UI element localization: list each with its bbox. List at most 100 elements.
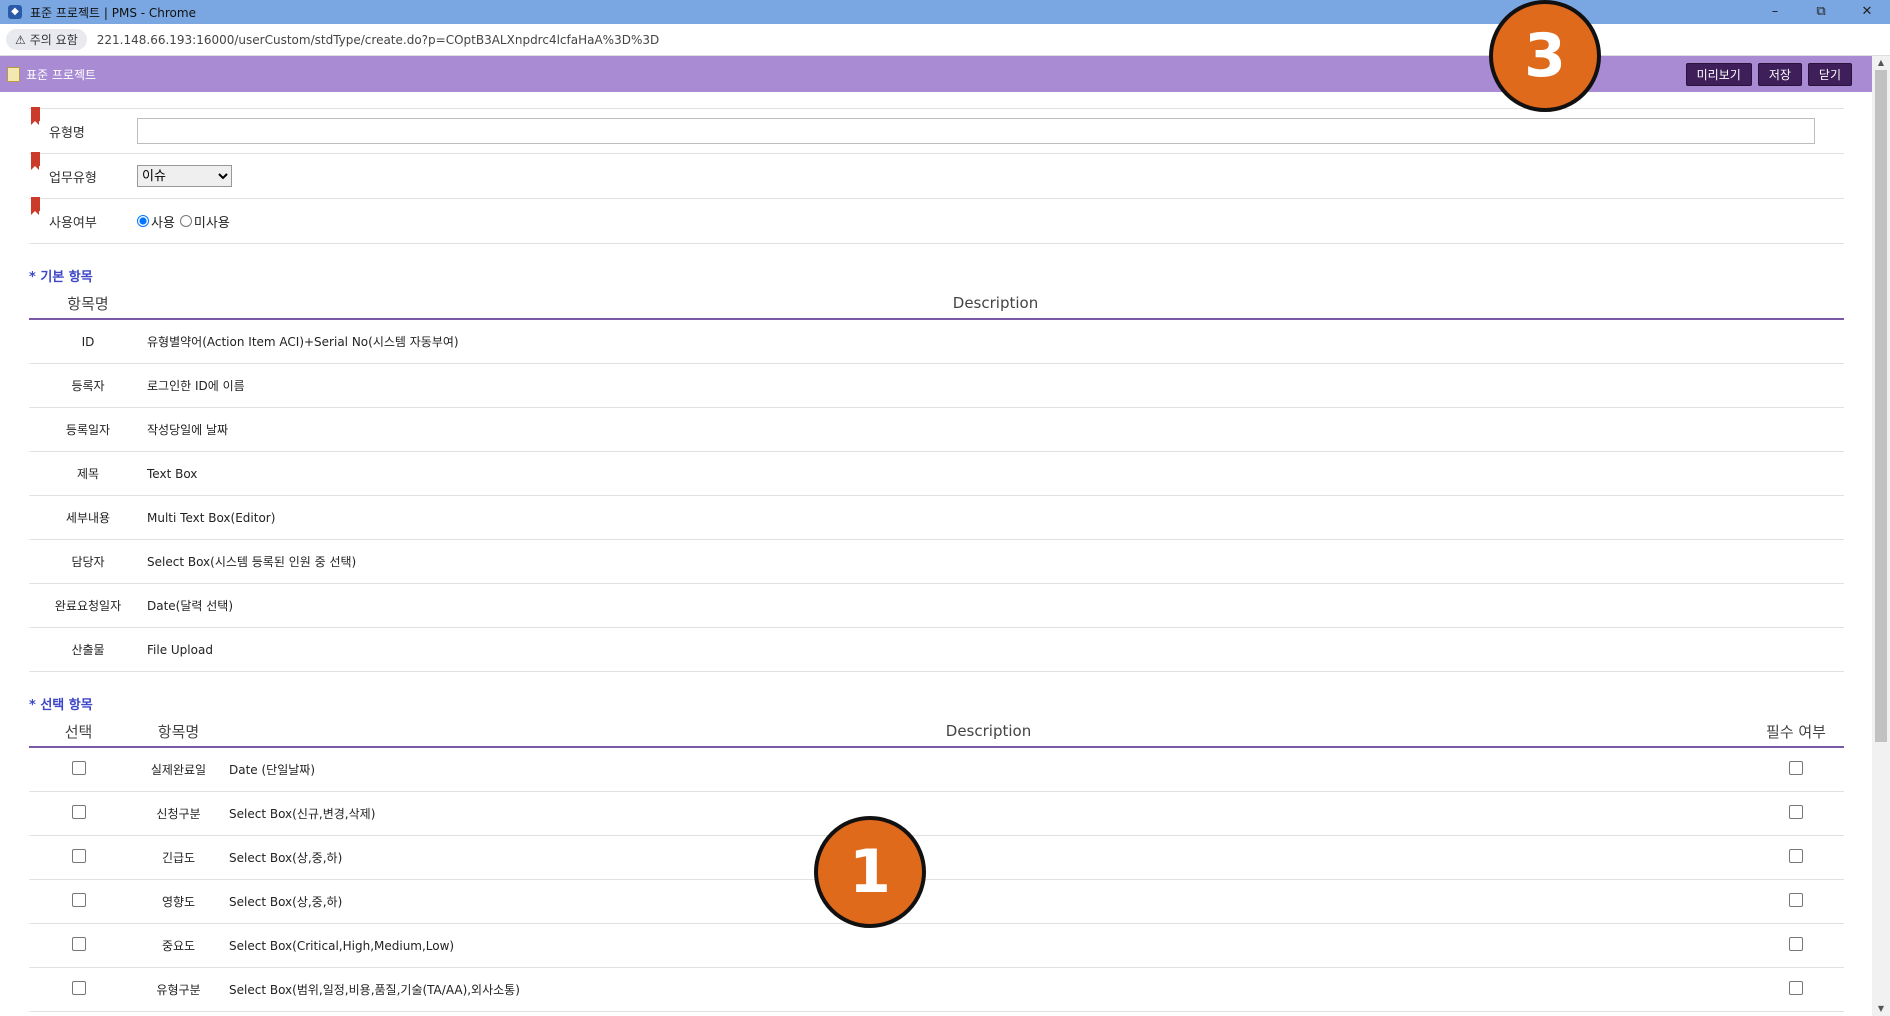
item-name: 긴급도	[161, 851, 196, 865]
scroll-up-icon[interactable]: ▲	[1872, 56, 1890, 70]
select-checkbox[interactable]	[71, 981, 86, 995]
unuse-radio[interactable]	[179, 215, 192, 227]
required-checkbox[interactable]	[1789, 761, 1803, 775]
item-name: 담당자	[71, 555, 105, 569]
scroll-down-icon[interactable]: ▼	[1872, 1002, 1890, 1016]
item-desc: Select Box(상,중,하)	[229, 851, 343, 865]
table-row: 실제완료일 Date (단일날짜)	[29, 748, 1844, 792]
restore-icon[interactable]: ⧉	[1798, 0, 1844, 24]
required-checkbox[interactable]	[1789, 805, 1803, 819]
type-name-input[interactable]	[137, 118, 1815, 144]
item-desc: Select Box(신규,변경,삭제)	[229, 807, 376, 821]
callout-badge: 3	[1489, 0, 1601, 112]
page-title: 표준 프로젝트	[26, 67, 97, 82]
table-row: 긴급도 Select Box(상,중,하)	[29, 836, 1844, 880]
table-row: 유형구분 Select Box(범위,일정,비용,품질,기술(TA/AA),외사…	[29, 968, 1844, 1012]
window-controls: – ⧉ ✕	[1752, 0, 1890, 24]
item-name: 산출물	[71, 643, 105, 657]
work-type-label: 업무유형	[49, 170, 97, 186]
use-radio[interactable]	[137, 215, 149, 227]
close-button[interactable]: 닫기	[1807, 63, 1852, 86]
item-name: 중요도	[161, 939, 196, 953]
item-desc: Select Box(Critical,High,Medium,Low)	[229, 938, 455, 953]
preview-button[interactable]: 미리보기	[1685, 63, 1752, 86]
optional-col-select: 선택	[64, 722, 93, 741]
scrollbar-thumb[interactable]	[1875, 70, 1887, 742]
item-name: 세부내용	[65, 511, 111, 525]
item-desc: Multi Text Box(Editor)	[147, 510, 276, 525]
select-checkbox[interactable]	[71, 805, 86, 819]
select-checkbox[interactable]	[71, 849, 86, 863]
address-bar: ⚠ 주의 요함 221.148.66.193:16000/userCustom/…	[0, 24, 1890, 56]
table-row: 신청구분 Select Box(신규,변경,삭제)	[29, 792, 1844, 836]
optional-col-desc: Description	[945, 722, 1032, 740]
optional-col-required: 필수 여부	[1766, 722, 1826, 741]
table-row: 산출물 File Upload	[29, 628, 1844, 672]
use-radio-label[interactable]: 사용	[151, 212, 175, 231]
type-name-label: 유형명	[49, 125, 85, 141]
callout-badge: 1	[814, 816, 926, 928]
basic-col-desc: Description	[952, 294, 1039, 312]
vertical-scrollbar[interactable]: ▲ ▼	[1872, 56, 1890, 1016]
select-checkbox[interactable]	[71, 893, 86, 907]
item-name: ID	[81, 334, 95, 349]
required-bookmark-icon	[31, 107, 40, 125]
window-title: 표준 프로젝트 | PMS - Chrome	[30, 5, 196, 20]
item-desc: 로그인한 ID에 이름	[147, 379, 245, 393]
item-desc: Select Box(범위,일정,비용,품질,기술(TA/AA),외사소통)	[229, 983, 520, 997]
optional-col-name: 항목명	[157, 722, 200, 741]
select-checkbox[interactable]	[71, 937, 86, 951]
table-row: 등록일자 작성당일에 날짜	[29, 408, 1844, 452]
item-name: 영향도	[161, 895, 196, 909]
use-row: 사용여부 사용 미사용	[29, 197, 1844, 244]
required-checkbox[interactable]	[1789, 849, 1803, 863]
use-label: 사용여부	[49, 215, 97, 231]
required-checkbox[interactable]	[1789, 893, 1803, 907]
table-row: 중요도 Select Box(Critical,High,Medium,Low)	[29, 924, 1844, 968]
required-checkbox[interactable]	[1789, 981, 1803, 995]
item-name: 신청구분	[156, 807, 201, 821]
table-row: 완료요청일자 Date(달력 선택)	[29, 584, 1844, 628]
optional-section-title: * 선택 항목	[29, 698, 93, 713]
basic-section-title: * 기본 항목	[29, 270, 93, 285]
optional-table-header: 선택 항목명 Description 필수 여부	[29, 716, 1844, 748]
item-desc: Text Box	[147, 466, 198, 481]
minimize-icon[interactable]: –	[1752, 0, 1798, 24]
window-titlebar: ◆ 표준 프로젝트 | PMS - Chrome – ⧉ ✕	[0, 0, 1890, 24]
header-buttons: 미리보기 저장 닫기	[1685, 63, 1852, 86]
work-type-select[interactable]: 이슈	[137, 165, 232, 187]
save-button[interactable]: 저장	[1757, 63, 1802, 86]
close-icon[interactable]: ✕	[1844, 0, 1890, 24]
type-name-row: 유형명	[29, 107, 1844, 154]
required-checkbox[interactable]	[1789, 937, 1803, 951]
item-name: 실제완료일	[150, 763, 207, 777]
app-icon: ◆	[8, 5, 22, 19]
table-row: ID 유형별약어(Action Item ACI)+Serial No(시스템 …	[29, 320, 1844, 364]
item-desc: Date (단일날짜)	[229, 763, 316, 777]
document-icon	[7, 66, 20, 82]
unuse-radio-label[interactable]: 미사용	[194, 212, 230, 231]
basic-table-header: 항목명 Description	[29, 288, 1844, 320]
item-name: 제목	[76, 467, 100, 481]
item-desc: Date(달력 선택)	[147, 599, 234, 613]
item-name: 유형구분	[156, 983, 201, 997]
form-content: 유형명 업무유형 이슈 사용여부 사용 미사용 * 기본 항목 항목명 Desc…	[29, 92, 1844, 1012]
required-bookmark-icon	[31, 152, 40, 170]
table-row: 영향도 Select Box(상,중,하)	[29, 880, 1844, 924]
item-name: 등록자	[71, 379, 105, 393]
work-type-row: 업무유형 이슈	[29, 152, 1844, 199]
item-name: 등록일자	[65, 423, 111, 437]
use-radio-group: 사용 미사용	[137, 212, 235, 231]
basic-col-name: 항목명	[67, 294, 109, 313]
item-desc: 유형별약어(Action Item ACI)+Serial No(시스템 자동부…	[147, 335, 459, 349]
security-chip[interactable]: ⚠ 주의 요함	[6, 29, 87, 50]
security-label: 주의 요함	[29, 33, 78, 47]
warning-icon: ⚠	[15, 32, 26, 47]
table-row: 제목 Text Box	[29, 452, 1844, 496]
url-text[interactable]: 221.148.66.193:16000/userCustom/stdType/…	[97, 33, 659, 47]
table-row: 담당자 Select Box(시스템 등록된 인원 중 선택)	[29, 540, 1844, 584]
select-checkbox[interactable]	[71, 761, 86, 775]
item-desc: Select Box(시스템 등록된 인원 중 선택)	[147, 555, 357, 569]
item-desc: 작성당일에 날짜	[147, 423, 229, 437]
item-desc: Select Box(상,중,하)	[229, 895, 343, 909]
